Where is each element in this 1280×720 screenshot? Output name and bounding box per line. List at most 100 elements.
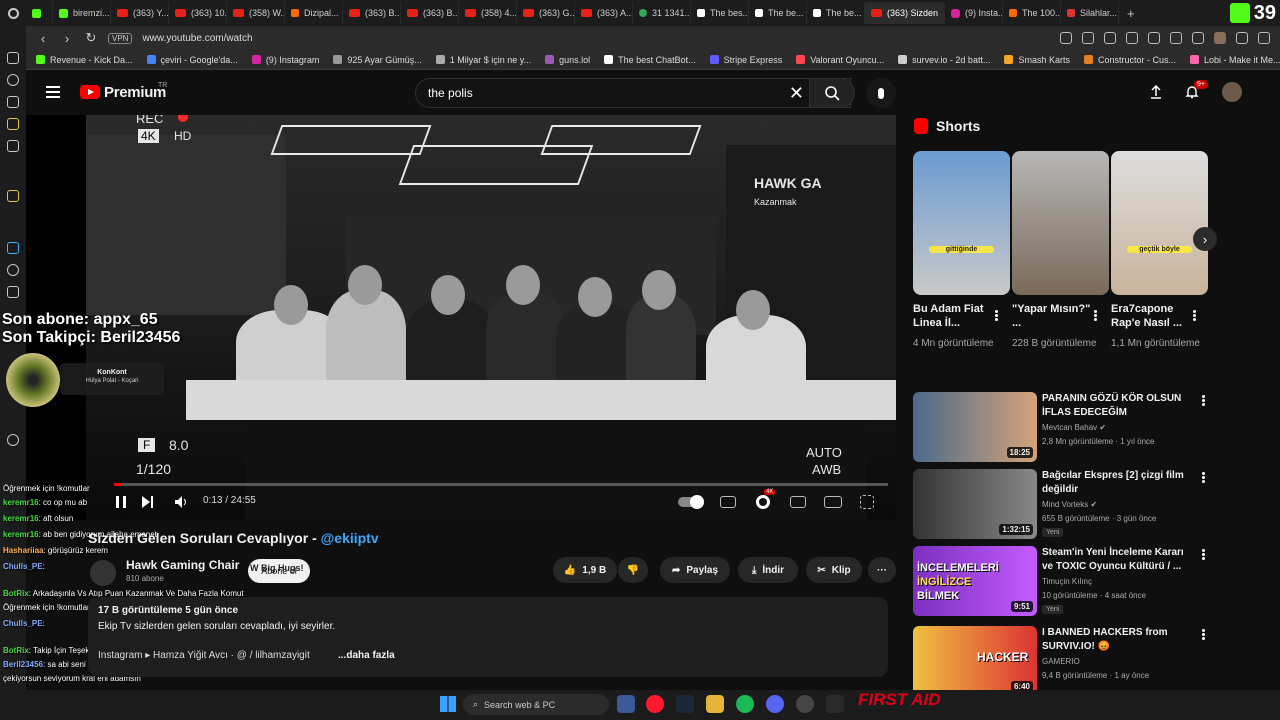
- opera-menu-icon[interactable]: [0, 7, 26, 19]
- download-icon[interactable]: [1236, 32, 1248, 44]
- recommended-title[interactable]: Bağcılar Ekspres [2] çizgi film değildir: [1042, 469, 1192, 497]
- browser-tab[interactable]: biremzi...: [53, 2, 111, 24]
- screenshot-ext-icon[interactable]: [1104, 32, 1116, 44]
- wallet-icon[interactable]: [7, 118, 19, 130]
- steam-icon[interactable]: [676, 695, 694, 713]
- search-input[interactable]: [428, 86, 789, 100]
- short-more-icon[interactable]: [1094, 310, 1097, 313]
- profile-ext-icon[interactable]: [1214, 32, 1226, 44]
- video-thumbnail[interactable]: 18:25: [913, 392, 1037, 462]
- fullscreen-icon[interactable]: [860, 495, 874, 509]
- bookmark-item[interactable]: Stripe Express: [709, 55, 782, 65]
- browser-tab[interactable]: (358) 4...: [459, 2, 517, 24]
- history-icon[interactable]: [7, 74, 19, 86]
- heart-ext-icon[interactable]: [1170, 32, 1182, 44]
- browser-tab[interactable]: (9) Insta...: [945, 2, 1004, 24]
- bookmark-m-icon[interactable]: [7, 140, 19, 152]
- url-field[interactable]: www.youtube.com/watch: [142, 33, 1050, 44]
- windows-start-icon[interactable]: [440, 696, 456, 712]
- file-explorer-icon[interactable]: [706, 695, 724, 713]
- show-more-link[interactable]: ...daha fazla: [338, 650, 395, 661]
- bookmark-item[interactable]: (9) Instagram: [251, 55, 319, 65]
- browser-tab[interactable]: (363) 10...: [169, 2, 227, 24]
- bookmark-item[interactable]: 925 Ayar Gümüş...: [333, 55, 422, 65]
- short-more-icon[interactable]: [1193, 310, 1196, 313]
- whatsapp-icon[interactable]: [7, 264, 19, 276]
- recommended-more-icon[interactable]: [1202, 472, 1205, 475]
- zoom-icon[interactable]: [1060, 32, 1072, 44]
- short-title[interactable]: "Yapar Mısın?" ...: [1012, 302, 1092, 330]
- browser-tab[interactable]: The be...: [807, 2, 865, 24]
- share-button[interactable]: ➦ Paylaş: [660, 557, 730, 583]
- extensions-icon[interactable]: [1192, 32, 1204, 44]
- recommended-title[interactable]: Steam'in Yeni İnceleme Kararı ve TOXIC O…: [1042, 546, 1192, 574]
- video-thumbnail[interactable]: 1:32:15: [913, 469, 1037, 539]
- pin-ext-icon[interactable]: [1082, 32, 1094, 44]
- recommended-more-icon[interactable]: [1202, 395, 1205, 398]
- bookmark-item[interactable]: Constructor - Cus...: [1083, 55, 1176, 65]
- short-thumbnail[interactable]: gittiğinde: [913, 151, 1010, 295]
- channel-avatar[interactable]: [90, 560, 116, 586]
- settings-gear-icon[interactable]: [756, 495, 770, 509]
- app-icon[interactable]: [826, 695, 844, 713]
- seek-bar[interactable]: [114, 483, 888, 486]
- vpn-badge[interactable]: VPN: [108, 32, 133, 44]
- bookmark-item[interactable]: guns.lol: [545, 55, 590, 65]
- browser-tab[interactable]: (363) B...: [401, 2, 459, 24]
- next-video-icon[interactable]: [140, 495, 154, 509]
- miniplayer-icon[interactable]: [790, 496, 806, 508]
- bookmark-item[interactable]: The best ChatBot...: [604, 55, 696, 65]
- browser-tab[interactable]: The bes...: [691, 2, 749, 24]
- recommended-channel[interactable]: Mind Vorteks ✔: [1042, 500, 1097, 509]
- recommended-channel[interactable]: GAMERIO: [1042, 657, 1080, 666]
- forward-icon[interactable]: ›: [60, 31, 74, 46]
- bookmark-item[interactable]: Lobi - Make it Me...: [1190, 55, 1280, 65]
- recommended-video[interactable]: 18:25 PARANIN GÖZÜ KÖR OLSUN İFLAS EDECEĞ…: [913, 392, 1280, 464]
- channel-name[interactable]: Hawk Gaming Chair: [126, 558, 239, 572]
- volume-icon[interactable]: [174, 495, 190, 509]
- like-button[interactable]: 👍 1,9 B: [553, 557, 617, 583]
- instagram-icon[interactable]: [7, 286, 19, 298]
- video-thumbnail[interactable]: HACKER 6:40: [913, 626, 1037, 696]
- more-actions-button[interactable]: ···: [868, 557, 896, 583]
- browser-tab[interactable]: 31 1341...: [633, 2, 691, 24]
- short-title[interactable]: Bu Adam Fiat Linea İl...: [913, 302, 993, 330]
- browser-tab[interactable]: Dizipal...: [285, 2, 343, 24]
- dislike-button[interactable]: 👎: [618, 557, 648, 583]
- browser-tab[interactable]: (363) G...: [517, 2, 575, 24]
- recommended-title[interactable]: I BANNED HACKERS from SURVIV.IO! 😡: [1042, 626, 1192, 654]
- camera-ext-icon[interactable]: [1126, 32, 1138, 44]
- hamburger-menu-icon[interactable]: [46, 86, 60, 88]
- account-avatar[interactable]: [1222, 82, 1242, 102]
- video-thumbnail[interactable]: İNCELEMELERİ İNGİLİZCE BİLMEK 9:51: [913, 546, 1037, 616]
- subtitles-icon[interactable]: [720, 496, 736, 508]
- recommended-video[interactable]: HACKER 6:40 I BANNED HACKERS from SURVIV.I…: [913, 626, 1280, 698]
- recommended-channel[interactable]: Mevtcan Bahav ✔: [1042, 423, 1106, 432]
- bookmark-item[interactable]: Revenue - Kick Da...: [36, 55, 133, 65]
- bookmark-item[interactable]: 1 Milyar $ için ne y...: [435, 55, 531, 65]
- browser-tab[interactable]: [26, 2, 53, 24]
- youtube-premium-label[interactable]: Premium: [104, 84, 166, 101]
- description-links[interactable]: Instagram ▸ Hamza Yiğit Avcı · @ / lilha…: [98, 650, 310, 661]
- shorts-next-button[interactable]: ›: [1193, 227, 1217, 251]
- clip-button[interactable]: ✂ Klip: [806, 557, 862, 583]
- clear-search-icon[interactable]: ✕: [789, 83, 804, 104]
- twitch-icon[interactable]: [7, 242, 19, 254]
- browser-tab[interactable]: (363) Y...: [111, 2, 169, 24]
- search-button[interactable]: [809, 78, 855, 108]
- back-icon[interactable]: ‹: [36, 31, 50, 46]
- bookmark-item[interactable]: Valorant Oyuncu...: [796, 55, 884, 65]
- recommended-more-icon[interactable]: [1202, 629, 1205, 632]
- reload-icon[interactable]: ↻: [84, 30, 98, 46]
- copilot-icon[interactable]: [617, 695, 635, 713]
- browser-tab[interactable]: (363) B...: [343, 2, 401, 24]
- recommended-more-icon[interactable]: [1202, 549, 1205, 552]
- short-title[interactable]: Era7capone Rap'e Nasıl ...: [1111, 302, 1191, 330]
- browser-tab[interactable]: (358) W...: [227, 2, 285, 24]
- browser-tab[interactable]: The be...: [749, 2, 807, 24]
- screenshot-icon[interactable]: [7, 96, 19, 108]
- recommended-video[interactable]: 1:32:15 Bağcılar Ekspres [2] çizgi film d…: [913, 469, 1280, 541]
- bookmark-item[interactable]: survev.io - 2d batt...: [898, 55, 990, 65]
- description-box[interactable]: 17 B görüntüleme 5 gün önce Ekip Tv sizl…: [88, 597, 888, 677]
- taskbar-search[interactable]: ⌕ Search web & PC: [463, 694, 609, 715]
